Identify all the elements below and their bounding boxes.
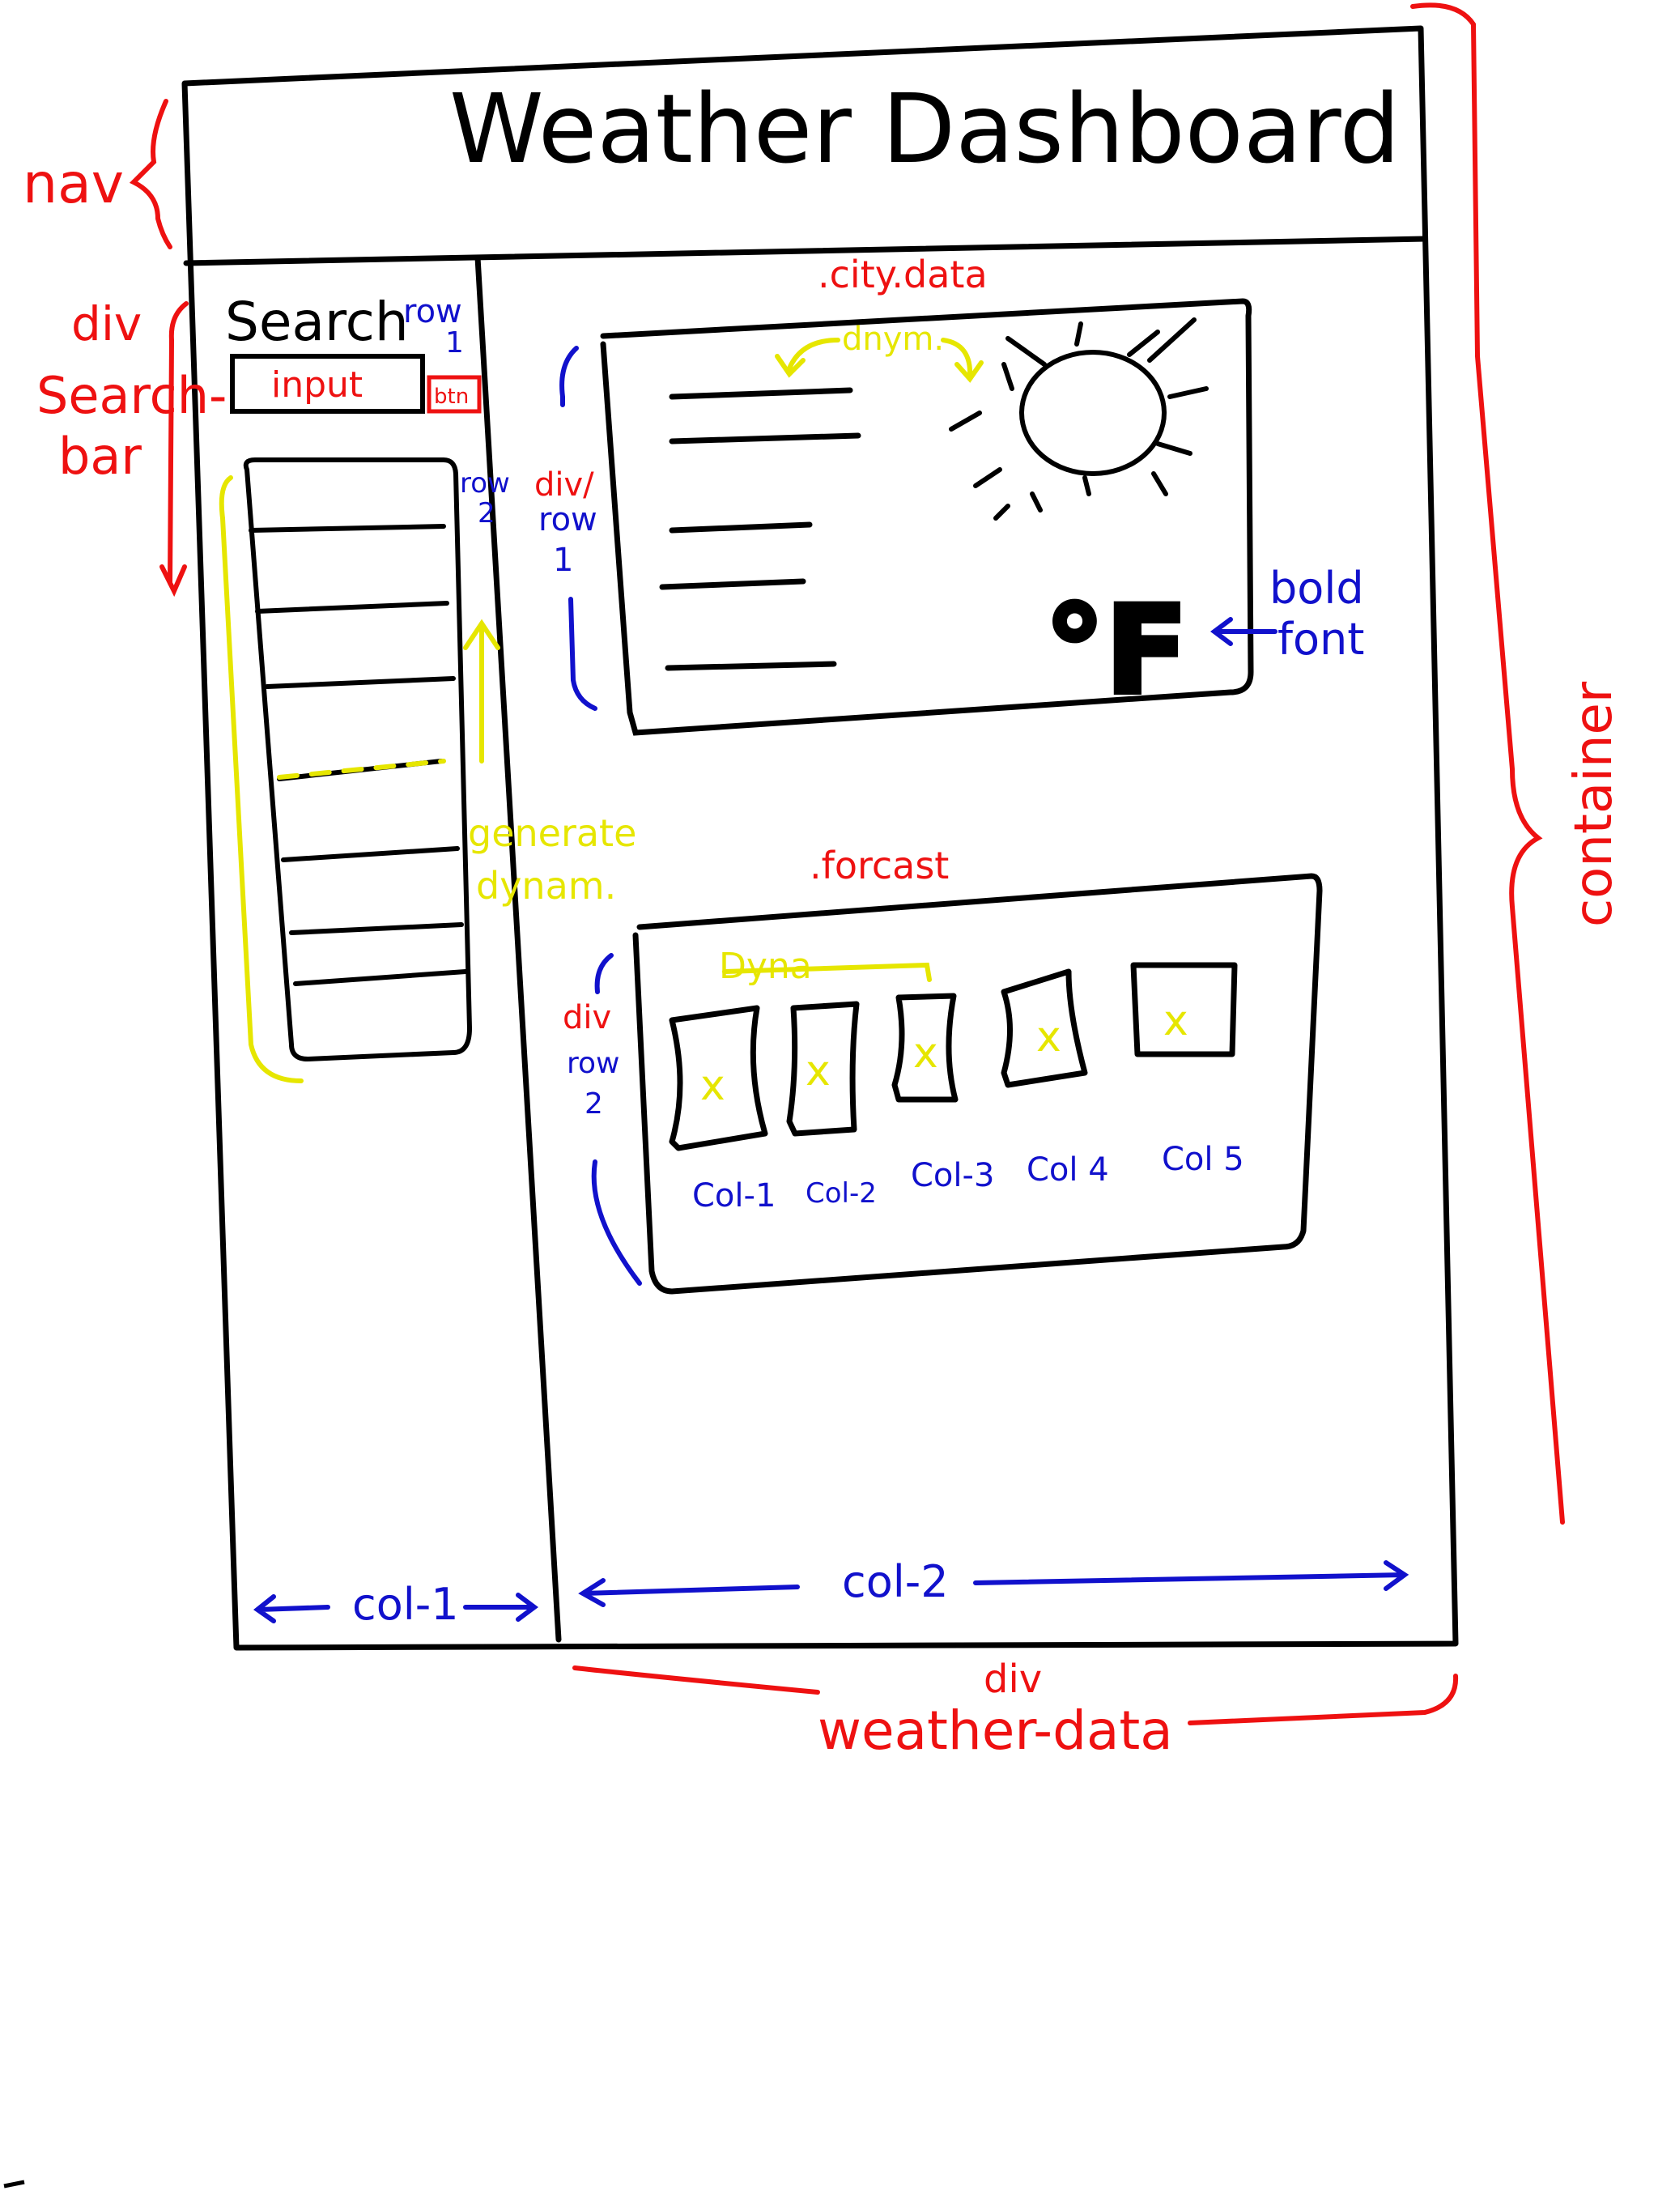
search-button-label: btn bbox=[434, 385, 469, 409]
sun-ray bbox=[1151, 471, 1168, 496]
div-annotation: div bbox=[71, 296, 142, 351]
forecast-mark: x bbox=[1036, 1013, 1061, 1061]
city-text-line bbox=[669, 521, 813, 534]
forecast-col-label: Col 5 bbox=[1162, 1141, 1244, 1178]
city-text-line bbox=[665, 661, 837, 671]
searchbar-annotation-line1: Search- bbox=[36, 366, 227, 425]
nav-divider bbox=[183, 236, 1428, 266]
sun-ray bbox=[1147, 317, 1197, 363]
city-data-class-label: .city.data bbox=[818, 253, 988, 296]
sun-ray bbox=[1082, 475, 1091, 496]
forecast-mark: x bbox=[806, 1047, 831, 1095]
history-divider bbox=[293, 969, 468, 986]
city-text-line bbox=[669, 387, 853, 400]
forecast-dynamic-label: Dyna bbox=[719, 946, 812, 987]
history-divider bbox=[255, 601, 449, 614]
forecast-row-number: 2 bbox=[585, 1087, 603, 1121]
sun-ray bbox=[1127, 330, 1160, 357]
history-divider bbox=[289, 922, 464, 935]
nav-annotation: nav bbox=[23, 152, 124, 216]
nav-title: Weather Dashboard bbox=[449, 73, 1401, 185]
generate-annotation-line2: dynam. bbox=[476, 864, 616, 908]
sun-icon bbox=[949, 317, 1209, 521]
forecast-col-label: Col-1 bbox=[692, 1177, 776, 1214]
sun-ray bbox=[1074, 321, 1083, 347]
forecast-col-label: Col 4 bbox=[1027, 1151, 1109, 1189]
forecast-mark: x bbox=[913, 1029, 938, 1078]
search-history-list bbox=[243, 457, 473, 1062]
forecast-col-label: Col-2 bbox=[806, 1177, 877, 1210]
forecast-day-cards bbox=[669, 962, 1238, 1151]
generate-annotation-line1: generate bbox=[468, 811, 636, 855]
forecast-card-marks: x x x x x bbox=[700, 997, 1188, 1110]
city-dynamic-arrow bbox=[941, 338, 984, 383]
sun-ray bbox=[949, 410, 982, 432]
search-row2-number: 2 bbox=[478, 497, 495, 530]
bold-font-annotation-line1: bold bbox=[1269, 563, 1364, 614]
sun-core bbox=[1019, 350, 1167, 476]
weather-data-div: div bbox=[984, 1657, 1042, 1702]
forecast-mark: x bbox=[1163, 997, 1188, 1045]
searchbar-bracket bbox=[168, 301, 189, 585]
bold-font-annotation-line2: font bbox=[1278, 614, 1364, 665]
weather-data-bracket bbox=[572, 1665, 820, 1695]
generate-arrow bbox=[463, 619, 500, 764]
city-row-bracket bbox=[559, 346, 579, 407]
city-div-row-label: div/ bbox=[534, 466, 594, 504]
history-divider bbox=[281, 846, 460, 862]
col2-arrow bbox=[973, 1560, 1409, 1591]
city-text-line bbox=[659, 578, 806, 590]
weather-data-bracket bbox=[1188, 1674, 1459, 1725]
search-row1-number: 1 bbox=[445, 326, 464, 359]
col1-label: col-1 bbox=[352, 1579, 459, 1630]
city-text-line bbox=[669, 432, 861, 445]
sun-ray bbox=[993, 504, 1010, 521]
col1-arrow bbox=[253, 1594, 330, 1623]
city-dynamic-label: dnym. bbox=[842, 321, 944, 358]
searchbar-annotation-line2: bar bbox=[58, 427, 142, 486]
forecast-mark: x bbox=[700, 1061, 725, 1110]
forecast-card-frame bbox=[632, 873, 1323, 1295]
sun-ray bbox=[1167, 386, 1209, 399]
city-row-number: 1 bbox=[553, 542, 573, 579]
stray-mark bbox=[3, 2180, 25, 2189]
sun-ray bbox=[1001, 362, 1014, 391]
container-label: container bbox=[1564, 681, 1624, 927]
forecast-class-label: .forcast bbox=[810, 844, 949, 887]
city-row-bracket bbox=[568, 597, 597, 711]
forecast-row-bracket bbox=[591, 1159, 642, 1286]
search-input-label: input bbox=[271, 364, 363, 406]
search-row2-label: row bbox=[460, 467, 510, 500]
forecast-row-label: row bbox=[567, 1047, 619, 1080]
col2-label: col-2 bbox=[842, 1556, 949, 1607]
weather-data-label: weather-data bbox=[818, 1699, 1173, 1762]
bold-font-arrow bbox=[1210, 617, 1278, 646]
forecast-row-bracket bbox=[594, 953, 614, 994]
col1-arrow bbox=[463, 1593, 538, 1622]
city-row-label: row bbox=[538, 501, 597, 538]
searchbar-arrow bbox=[159, 564, 187, 598]
nav-bracket bbox=[129, 99, 172, 249]
column-divider bbox=[474, 254, 562, 1643]
search-row1-label: row bbox=[403, 293, 462, 330]
wireframe-sketch: Weather Dashboard Search input btn °F x … bbox=[3, 2, 1624, 2189]
forecast-card bbox=[632, 873, 1323, 1295]
col2-arrow bbox=[578, 1578, 800, 1607]
forecast-div-row-label: div bbox=[563, 999, 611, 1036]
history-divider bbox=[265, 676, 456, 689]
search-heading: Search bbox=[225, 291, 409, 353]
forecast-col-label: Col-3 bbox=[911, 1157, 994, 1194]
sun-ray bbox=[1155, 441, 1192, 456]
temperature-unit: °F bbox=[1044, 581, 1188, 721]
sun-ray bbox=[1030, 491, 1043, 513]
sun-ray bbox=[1005, 336, 1047, 367]
city-dynamic-arrow bbox=[775, 338, 840, 378]
history-divider bbox=[249, 524, 446, 533]
sun-ray bbox=[973, 467, 1002, 488]
